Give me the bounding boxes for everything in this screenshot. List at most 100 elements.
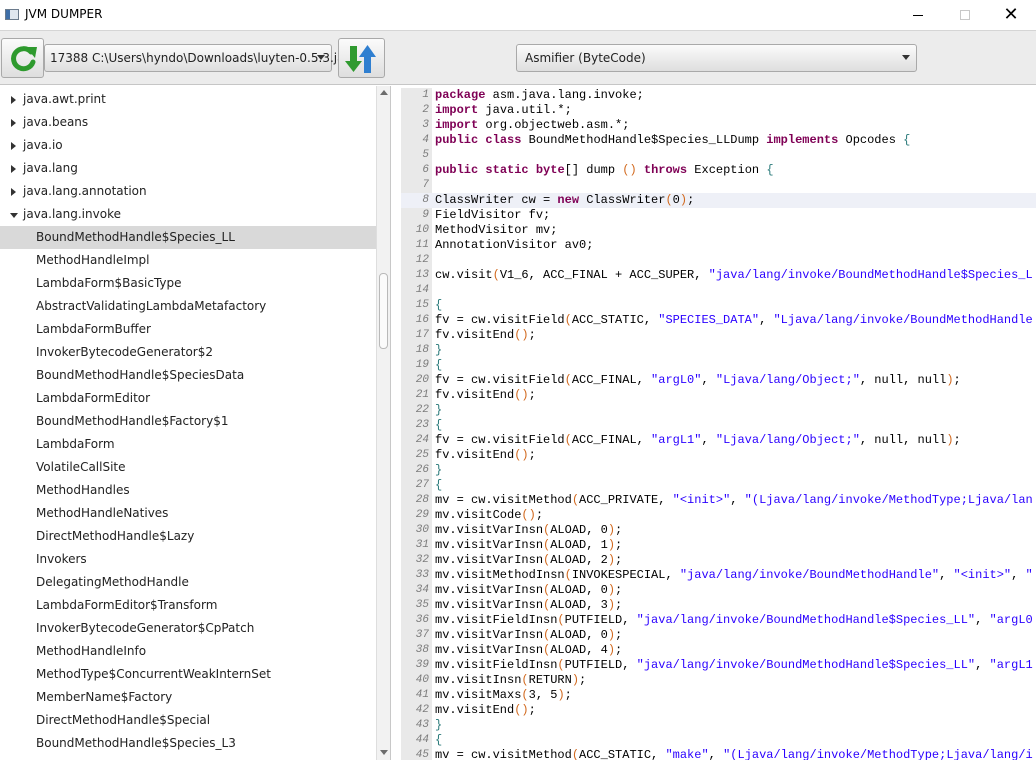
- code-line[interactable]: 26}: [401, 463, 1036, 478]
- code-line[interactable]: 7: [401, 178, 1036, 193]
- tree-class-item[interactable]: LambdaFormEditor: [0, 387, 376, 410]
- tree-package-item[interactable]: java.lang: [0, 157, 376, 180]
- tree-class-label: MethodType$ConcurrentWeakInternSet: [36, 667, 271, 681]
- code-line[interactable]: 40 mv.visitInsn(RETURN);: [401, 673, 1036, 688]
- code-line[interactable]: 37 mv.visitVarInsn(ALOAD, 0);: [401, 628, 1036, 643]
- code-line[interactable]: 38 mv.visitVarInsn(ALOAD, 4);: [401, 643, 1036, 658]
- tree-class-item[interactable]: MethodHandles: [0, 479, 376, 502]
- code-line[interactable]: 22}: [401, 403, 1036, 418]
- code-line[interactable]: 31 mv.visitVarInsn(ALOAD, 1);: [401, 538, 1036, 553]
- tree-package-item[interactable]: java.lang.invoke: [0, 203, 376, 226]
- code-text: FieldVisitor fv;: [435, 208, 551, 222]
- code-line[interactable]: 25 fv.visitEnd();: [401, 448, 1036, 463]
- tree-package-item[interactable]: java.awt.print: [0, 88, 376, 111]
- code-line[interactable]: 29 mv.visitCode();: [401, 508, 1036, 523]
- code-line[interactable]: 5: [401, 148, 1036, 163]
- tree-class-item[interactable]: LambdaFormEditor$Transform: [0, 594, 376, 617]
- tree-class-item[interactable]: BoundMethodHandle$Factory$1: [0, 410, 376, 433]
- code-line[interactable]: 13 cw.visit(V1_6, ACC_FINAL + ACC_SUPER, …: [401, 268, 1036, 283]
- code-line[interactable]: 15 {: [401, 298, 1036, 313]
- tree-class-item[interactable]: BoundMethodHandle$Species_LL: [0, 226, 376, 249]
- close-button[interactable]: ✕: [988, 0, 1034, 30]
- code-line[interactable]: 1 package asm.java.lang.invoke;: [401, 88, 1036, 103]
- code-line[interactable]: 19 {: [401, 358, 1036, 373]
- code-line[interactable]: 6 public static byte[] dump () throws Exc…: [401, 163, 1036, 178]
- code-line[interactable]: 9 FieldVisitor fv;: [401, 208, 1036, 223]
- expand-right-icon[interactable]: [11, 96, 16, 104]
- tree-class-item[interactable]: InvokerBytecodeGenerator$2: [0, 341, 376, 364]
- tree-class-item[interactable]: MethodType$ConcurrentWeakInternSet: [0, 663, 376, 686]
- code-line[interactable]: 28 mv = cw.visitMethod(ACC_PRIVATE, "<ini…: [401, 493, 1036, 508]
- code-line[interactable]: 10 MethodVisitor mv;: [401, 223, 1036, 238]
- code-line[interactable]: 16 fv = cw.visitField(ACC_STATIC, "SPECIE…: [401, 313, 1036, 328]
- process-dropdown[interactable]: 17388 C:\Users\hyndo\Downloads\luyten-0.…: [44, 44, 349, 72]
- code-line[interactable]: 17 fv.visitEnd();: [401, 328, 1036, 343]
- code-line[interactable]: 30 mv.visitVarInsn(ALOAD, 0);: [401, 523, 1036, 538]
- tree-class-item[interactable]: LambdaFormBuffer: [0, 318, 376, 341]
- code-line[interactable]: 20 fv = cw.visitField(ACC_FINAL, "argL0",…: [401, 373, 1036, 388]
- tree-class-item[interactable]: DirectMethodHandle$Lazy: [0, 525, 376, 548]
- tree-class-item[interactable]: LambdaForm: [0, 433, 376, 456]
- code-line[interactable]: 32 mv.visitVarInsn(ALOAD, 2);: [401, 553, 1036, 568]
- tree-class-item[interactable]: BoundMethodHandle$Species_L3: [0, 732, 376, 755]
- tree-class-label: BoundMethodHandle$SpeciesData: [36, 368, 245, 382]
- tree-class-item[interactable]: MethodHandleImpl: [0, 249, 376, 272]
- code-line[interactable]: 14: [401, 283, 1036, 298]
- tree-class-item[interactable]: Invokers: [0, 548, 376, 571]
- tree-class-item[interactable]: DelegatingMethodHandle: [0, 571, 376, 594]
- code-line[interactable]: 12: [401, 253, 1036, 268]
- code-line[interactable]: 33 mv.visitMethodInsn(INVOKESPECIAL, "jav…: [401, 568, 1036, 583]
- expand-right-icon[interactable]: [11, 142, 16, 150]
- tree-package-item[interactable]: java.lang.annotation: [0, 180, 376, 203]
- code-line[interactable]: 4 public class BoundMethodHandle$Species_…: [401, 133, 1036, 148]
- code-line[interactable]: 8 ClassWriter cw = new ClassWriter(0);: [401, 193, 1036, 208]
- code-line[interactable]: 21 fv.visitEnd();: [401, 388, 1036, 403]
- expand-right-icon[interactable]: [11, 165, 16, 173]
- tree-class-item[interactable]: AbstractValidatingLambdaMetafactory: [0, 295, 376, 318]
- maximize-button[interactable]: [942, 0, 988, 30]
- expand-down-icon[interactable]: [10, 213, 18, 218]
- tree-class-label: VolatileCallSite: [36, 460, 126, 474]
- code-line[interactable]: 35 mv.visitVarInsn(ALOAD, 3);: [401, 598, 1036, 613]
- process-dropdown-value: 17388 C:\Users\hyndo\Downloads\luyten-0.…: [50, 51, 350, 65]
- code-line[interactable]: 23 {: [401, 418, 1036, 433]
- line-number: 20: [415, 374, 429, 386]
- code-line[interactable]: 36 mv.visitFieldInsn(PUTFIELD, "java/lang…: [401, 613, 1036, 628]
- code-editor[interactable]: 1 package asm.java.lang.invoke; 2 import ja…: [401, 88, 1036, 760]
- scroll-down-icon[interactable]: [380, 750, 388, 755]
- expand-right-icon[interactable]: [11, 188, 16, 196]
- tree-class-item[interactable]: MemberName$Factory: [0, 686, 376, 709]
- tree-class-item[interactable]: MethodHandleNatives: [0, 502, 376, 525]
- code-line[interactable]: 18}: [401, 343, 1036, 358]
- code-line[interactable]: 42 mv.visitEnd();: [401, 703, 1036, 718]
- code-line[interactable]: 2 import java.util.*;: [401, 103, 1036, 118]
- tree-scrollbar-thumb[interactable]: [379, 273, 388, 349]
- code-line[interactable]: 45 mv = cw.visitMethod(ACC_STATIC, "make"…: [401, 748, 1036, 760]
- minimize-button[interactable]: [896, 0, 942, 30]
- code-line[interactable]: 44 {: [401, 733, 1036, 748]
- tree-package-item[interactable]: java.beans: [0, 111, 376, 134]
- tree-class-item[interactable]: LambdaForm$BasicType: [0, 272, 376, 295]
- code-text: mv.visitCode();: [435, 508, 544, 522]
- tree-scrollbar[interactable]: [376, 86, 390, 760]
- tree-class-item[interactable]: VolatileCallSite: [0, 456, 376, 479]
- tree-class-item[interactable]: InvokerBytecodeGenerator$CpPatch: [0, 617, 376, 640]
- tree-class-item[interactable]: BoundMethodHandle$SpeciesData: [0, 364, 376, 387]
- code-line[interactable]: 27 {: [401, 478, 1036, 493]
- code-line[interactable]: 3 import org.objectweb.asm.*;: [401, 118, 1036, 133]
- code-line[interactable]: 39 mv.visitFieldInsn(PUTFIELD, "java/lang…: [401, 658, 1036, 673]
- code-line[interactable]: 41 mv.visitMaxs(3, 5);: [401, 688, 1036, 703]
- expand-right-icon[interactable]: [11, 119, 16, 127]
- code-line[interactable]: 24 fv = cw.visitField(ACC_FINAL, "argL1",…: [401, 433, 1036, 448]
- dump-button[interactable]: [338, 38, 385, 78]
- code-line[interactable]: 43}: [401, 718, 1036, 733]
- mode-dropdown[interactable]: Asmifier (ByteCode): [516, 44, 917, 72]
- code-line[interactable]: 11 AnnotationVisitor av0;: [401, 238, 1036, 253]
- tree-class-item[interactable]: DirectMethodHandle$Special: [0, 709, 376, 732]
- refresh-button[interactable]: [1, 38, 44, 78]
- tree-package-item[interactable]: java.io: [0, 134, 376, 157]
- class-tree[interactable]: java.awt.print java.beans java.io java.lang…: [0, 86, 391, 760]
- scroll-up-icon[interactable]: [380, 90, 388, 95]
- tree-class-item[interactable]: MethodHandleInfo: [0, 640, 376, 663]
- code-line[interactable]: 34 mv.visitVarInsn(ALOAD, 0);: [401, 583, 1036, 598]
